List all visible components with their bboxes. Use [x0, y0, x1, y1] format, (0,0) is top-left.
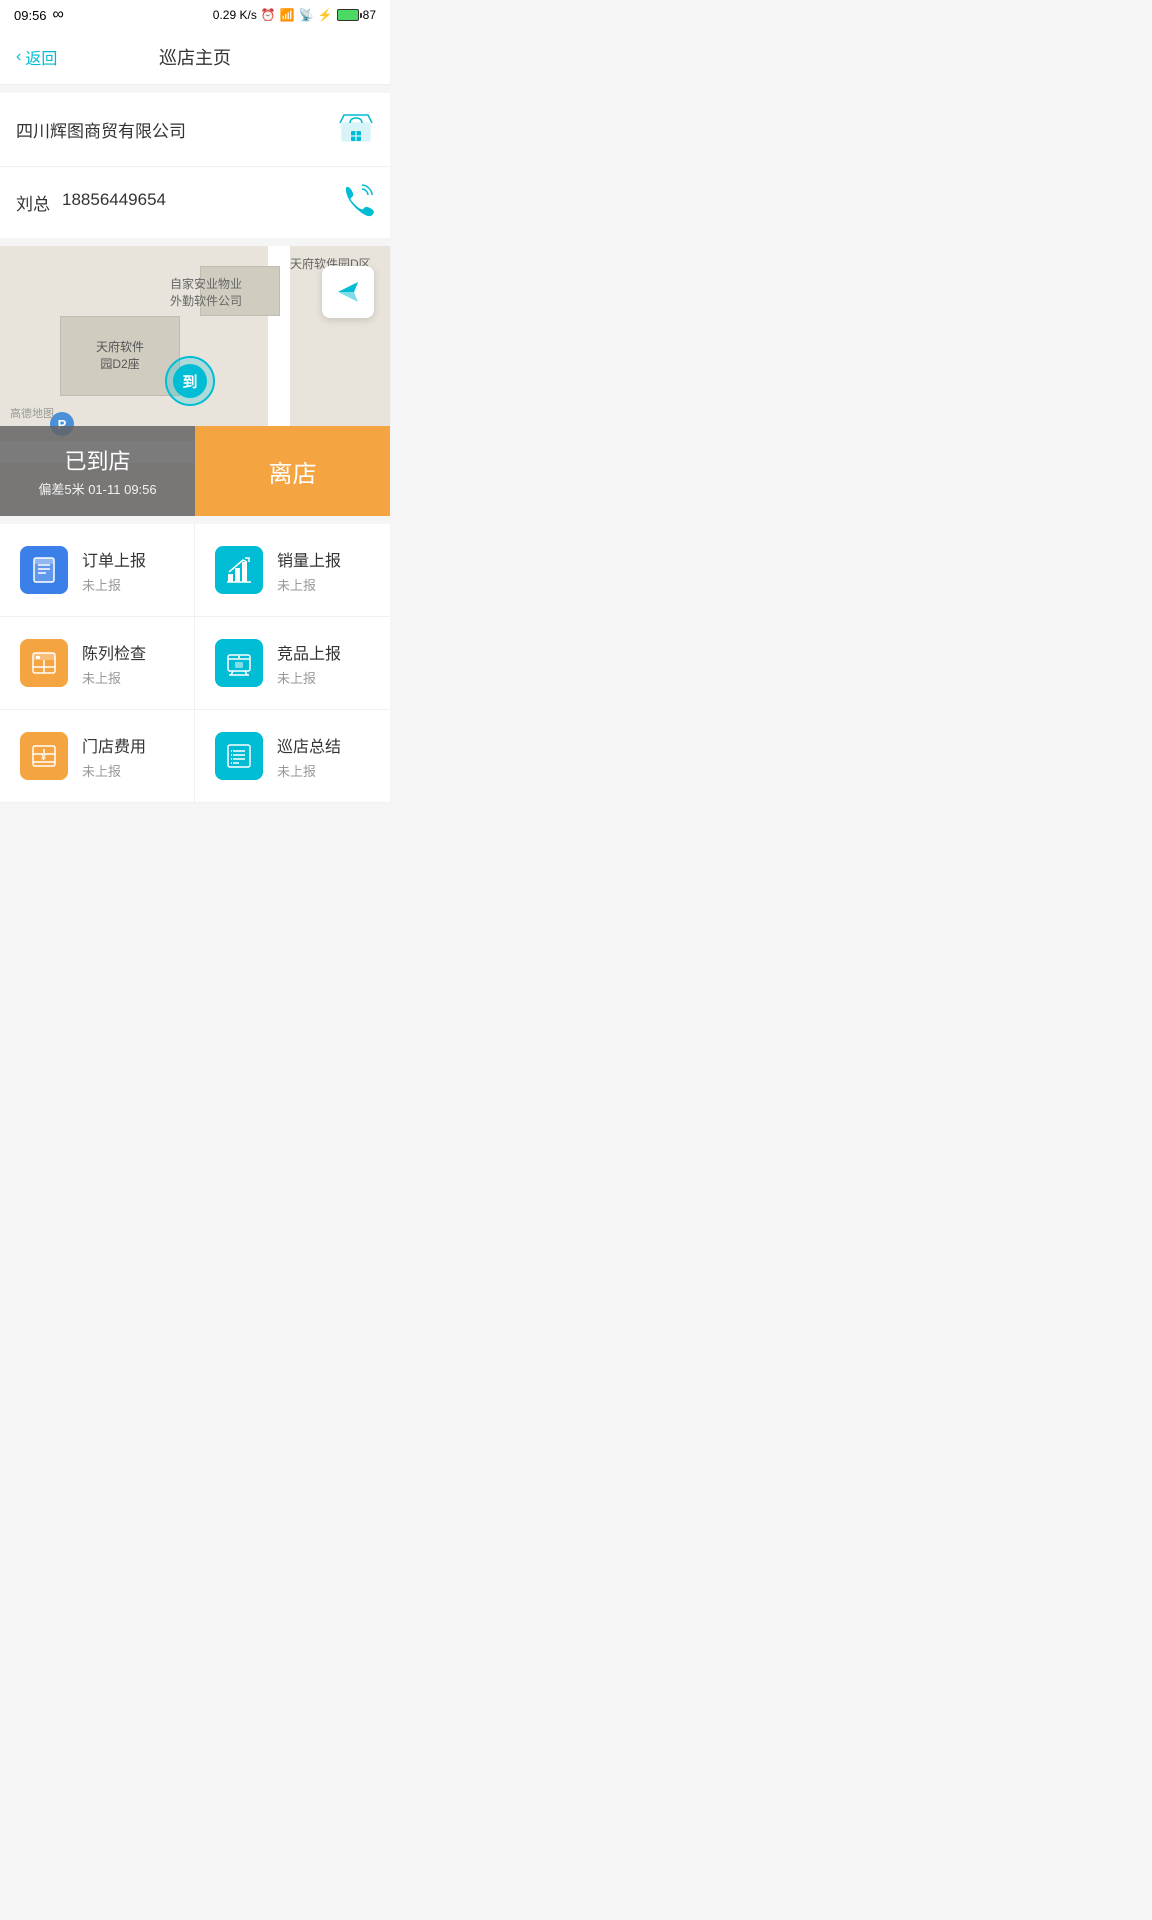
action-item-display[interactable]: 陈列检查 未上报	[0, 617, 195, 710]
gaode-label: 高德地图	[10, 405, 54, 421]
alarm-icon: ⏰	[261, 8, 276, 22]
actions-grid: 订单上报 未上报 销量上报 未上报	[0, 524, 390, 803]
expense-status: 未上报	[82, 761, 146, 780]
sales-icon	[215, 546, 263, 594]
arrived-button[interactable]: 已到店 偏差5米 01-11 09:56	[0, 426, 195, 516]
signal-icon: 📡	[299, 8, 314, 22]
summary-icon	[215, 732, 263, 780]
back-chevron-icon: ‹	[16, 48, 21, 66]
order-status: 未上报	[82, 575, 146, 594]
action-item-sales[interactable]: 销量上报 未上报	[195, 524, 390, 617]
summary-title: 巡店总结	[277, 733, 341, 757]
map-bottom-bar: 已到店 偏差5米 01-11 09:56 离店	[0, 426, 390, 516]
company-name: 四川辉图商贸有限公司	[16, 117, 186, 142]
order-text: 订单上报 未上报	[82, 547, 146, 594]
navigate-button[interactable]	[322, 266, 374, 318]
company-section: 四川辉图商贸有限公司	[0, 93, 390, 167]
loop-icon: ∞	[53, 6, 64, 24]
map-area: 天府软件 园D2座 自家安业物业 外勤软件公司 天府软件园D区 天府软件园D区 …	[0, 246, 390, 516]
status-bar: 09:56 ∞ 0.29 K/s ⏰ 📶 📡 ⚡ 87	[0, 0, 390, 30]
battery-icon	[337, 9, 359, 21]
leave-button[interactable]: 离店	[195, 426, 390, 516]
phone-icon[interactable]	[340, 183, 374, 222]
contact-person: 刘总	[16, 190, 50, 215]
contact-section: 刘总 18856449654	[0, 167, 390, 238]
competitor-icon	[215, 639, 263, 687]
expense-title: 门店费用	[82, 733, 146, 757]
sales-text: 销量上报 未上报	[277, 547, 341, 594]
action-item-expense[interactable]: ¥ 门店费用 未上报	[0, 710, 195, 803]
display-icon	[20, 639, 68, 687]
battery-level: 87	[363, 8, 376, 22]
marker-outer-circle: 到	[165, 356, 215, 406]
competitor-status: 未上报	[277, 668, 341, 687]
summary-text: 巡店总结 未上报	[277, 733, 341, 780]
marker-inner-circle: 到	[173, 364, 207, 398]
map-label-office: 自家安业物业 外勤软件公司	[170, 276, 242, 310]
summary-status: 未上报	[277, 761, 341, 780]
competitor-title: 竞品上报	[277, 640, 341, 664]
arrived-sub-text: 偏差5米 01-11 09:56	[38, 479, 156, 498]
order-title: 订单上报	[82, 547, 146, 571]
svg-text:¥: ¥	[41, 752, 46, 762]
speed-display: 0.29 K/s	[213, 8, 257, 22]
display-text: 陈列检查 未上报	[82, 640, 146, 687]
page-title: 巡店主页	[159, 44, 231, 70]
action-item-competitor[interactable]: 竞品上报 未上报	[195, 617, 390, 710]
wifi-icon: 📶	[280, 8, 295, 22]
expense-icon: ¥	[20, 732, 68, 780]
time-display: 09:56	[14, 8, 47, 23]
shop-icon	[338, 109, 374, 150]
status-right: 0.29 K/s ⏰ 📶 📡 ⚡ 87	[213, 8, 376, 22]
expense-text: 门店费用 未上报	[82, 733, 146, 780]
contact-phone: 18856449654	[62, 190, 166, 215]
display-status: 未上报	[82, 668, 146, 687]
display-title: 陈列检查	[82, 640, 146, 664]
action-item-summary[interactable]: 巡店总结 未上报	[195, 710, 390, 803]
back-label: 返回	[25, 45, 57, 69]
location-marker: 到	[160, 356, 220, 416]
marker-label: 到	[182, 371, 197, 392]
sales-status: 未上报	[277, 575, 341, 594]
header: ‹ 返回 巡店主页	[0, 30, 390, 85]
sales-title: 销量上报	[277, 547, 341, 571]
order-icon	[20, 546, 68, 594]
action-item-order[interactable]: 订单上报 未上报	[0, 524, 195, 617]
back-button[interactable]: ‹ 返回	[16, 45, 57, 69]
competitor-text: 竞品上报 未上报	[277, 640, 341, 687]
status-left: 09:56 ∞	[14, 6, 64, 24]
leave-label: 离店	[269, 454, 317, 489]
contact-info: 刘总 18856449654	[16, 190, 166, 215]
charge-icon: ⚡	[318, 8, 333, 22]
arrived-main-text: 已到店	[64, 444, 130, 476]
